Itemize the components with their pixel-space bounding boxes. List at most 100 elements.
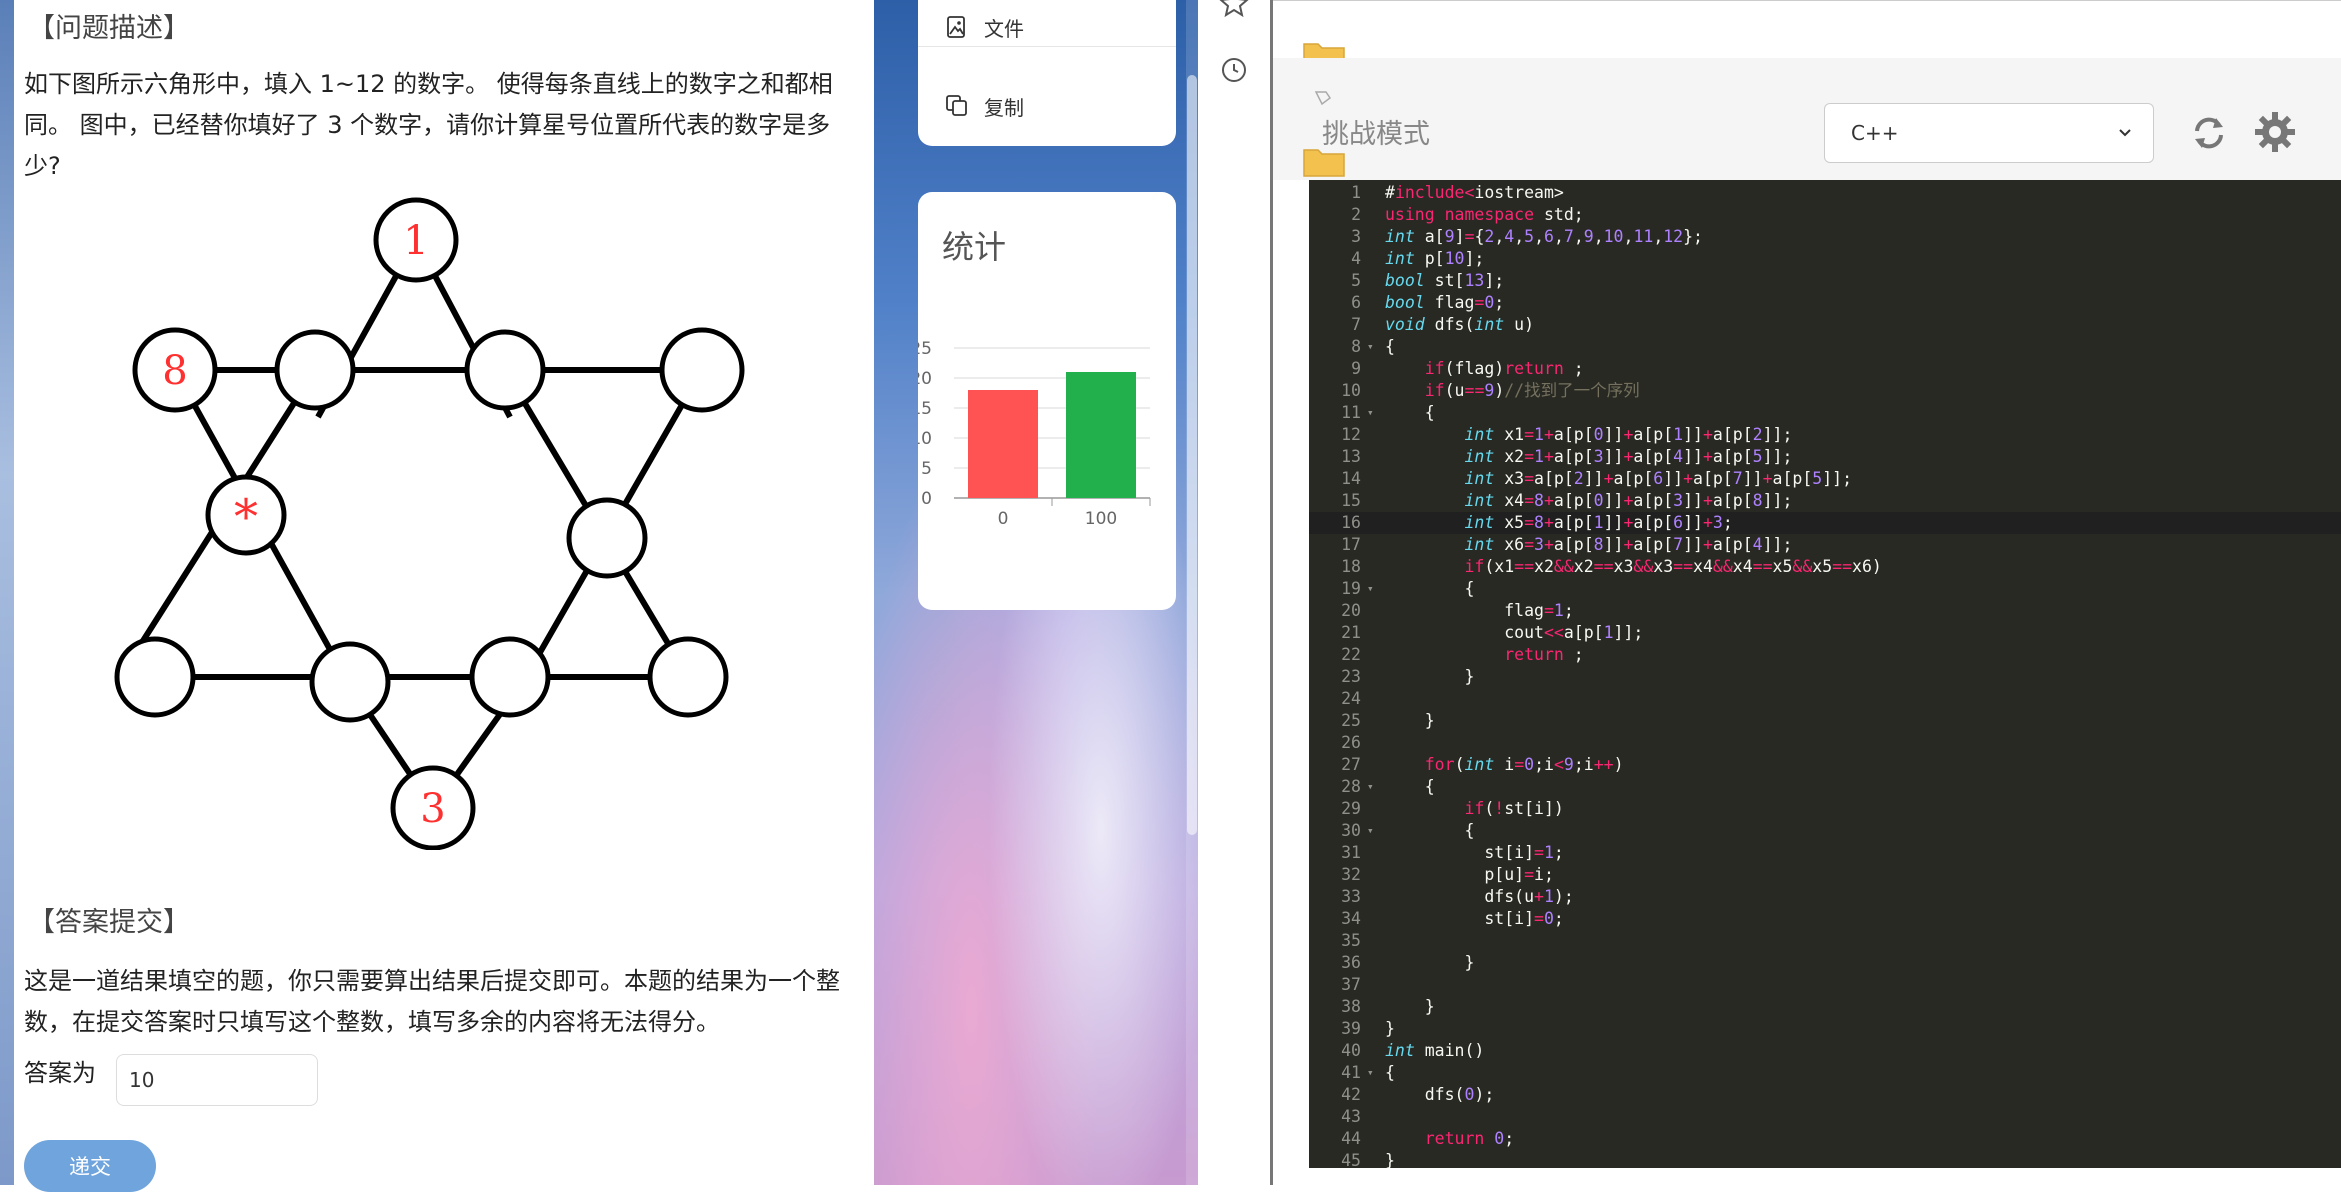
code-line[interactable]: 19 ▾ { — [1309, 578, 2341, 600]
line-number: 31 — [1341, 843, 1361, 862]
code-text: int x4=8+a[p[0]]+a[p[3]]+a[p[8]]; — [1464, 491, 1793, 510]
code-line[interactable]: 16 int x5=8+a[p[1]]+a[p[6]]+3; — [1309, 512, 2341, 534]
line-number: 33 — [1341, 887, 1361, 906]
code-line[interactable]: 24 — [1309, 688, 2341, 710]
code-line[interactable]: 13 int x2=1+a[p[3]]+a[p[4]]+a[p[5]]; — [1309, 446, 2341, 468]
code-line[interactable]: 10 if(u==9)//找到了一个序列 — [1309, 380, 2341, 402]
code-text: { — [1385, 337, 1395, 356]
stats-card: 统计 25 20 15 10 5 0 0 100 — [918, 192, 1176, 610]
menu-item-file[interactable]: 文件 — [946, 0, 1024, 57]
line-number: 11 — [1341, 403, 1361, 422]
language-select[interactable]: C++ — [1824, 103, 2154, 163]
code-line[interactable]: 21 cout<<a[p[1]]; — [1309, 622, 2341, 644]
code-line[interactable]: 38 } — [1309, 996, 2341, 1018]
line-number: 42 — [1341, 1085, 1361, 1104]
line-number: 24 — [1341, 689, 1361, 708]
fold-toggle-icon[interactable]: ▾ — [1367, 820, 1374, 842]
settings-gear-icon[interactable] — [2253, 110, 2297, 154]
code-line[interactable]: 17 int x6=3+a[p[8]]+a[p[7]]+a[p[4]]; — [1309, 534, 2341, 556]
code-text: for(int i=0;i<9;i++) — [1424, 755, 1624, 774]
fold-toggle-icon[interactable]: ▾ — [1367, 1062, 1374, 1084]
code-line[interactable]: 4 int p[10]; — [1309, 248, 2341, 270]
chart-bar[interactable] — [968, 390, 1038, 498]
line-number: 43 — [1341, 1107, 1361, 1126]
code-line[interactable]: 8 ▾ { — [1309, 336, 2341, 358]
line-number: 8 — [1351, 337, 1361, 356]
hex-node-inner-top-right — [464, 329, 546, 411]
history-icon[interactable] — [1219, 55, 1249, 85]
code-line[interactable]: 11 ▾ { — [1309, 402, 2341, 424]
line-number: 32 — [1341, 865, 1361, 884]
code-text: using namespace std; — [1385, 205, 1584, 224]
code-line[interactable]: 2 using namespace std; — [1309, 204, 2341, 226]
fold-toggle-icon[interactable]: ▾ — [1367, 578, 1374, 600]
code-line[interactable]: 31 st[i]=1; — [1309, 842, 2341, 864]
code-line[interactable]: 33 dfs(u+1); — [1309, 886, 2341, 908]
code-text: if(!st[i]) — [1464, 799, 1564, 818]
code-line[interactable]: 23 } — [1309, 666, 2341, 688]
line-number: 34 — [1341, 909, 1361, 928]
code-line[interactable]: 12 int x1=1+a[p[0]]+a[p[1]]+a[p[2]]; — [1309, 424, 2341, 446]
code-line[interactable]: 9 if(flag)return ; — [1309, 358, 2341, 380]
hex-node-bottom-left — [114, 636, 196, 718]
chart-bar[interactable] — [1066, 372, 1136, 498]
chart-y-tick-label: 0 — [921, 489, 932, 509]
code-line[interactable]: 29 if(!st[i]) — [1309, 798, 2341, 820]
code-text: int p[10]; — [1385, 249, 1485, 268]
fold-toggle-icon[interactable]: ▾ — [1367, 402, 1374, 424]
code-line[interactable]: 1 #include<iostream> — [1309, 182, 2341, 204]
code-text: dfs(u+1); — [1385, 887, 1574, 906]
code-text: return ; — [1504, 645, 1584, 664]
menu-item-copy[interactable]: 复制 — [946, 76, 1024, 136]
code-line[interactable]: 22 return ; — [1309, 644, 2341, 666]
code-line[interactable]: 39} — [1309, 1018, 2341, 1040]
context-menu: 文件 复制 — [918, 0, 1176, 146]
code-line[interactable]: 43 — [1309, 1106, 2341, 1128]
code-line[interactable]: 25 } — [1309, 710, 2341, 732]
code-line[interactable]: 45} — [1309, 1150, 2341, 1168]
code-line[interactable]: 37 — [1309, 974, 2341, 996]
fold-toggle-icon[interactable]: ▾ — [1367, 776, 1374, 798]
code-text: bool st[13]; — [1385, 271, 1505, 290]
line-number: 19 — [1341, 579, 1361, 598]
line-number: 27 — [1341, 755, 1361, 774]
code-line[interactable]: 30 ▾ { — [1309, 820, 2341, 842]
code-line[interactable]: 3 int a[9]={2,4,5,6,7,9,10,11,12}; — [1309, 226, 2341, 248]
code-line[interactable]: 20 flag=1; — [1309, 600, 2341, 622]
line-number: 10 — [1341, 381, 1361, 400]
code-line[interactable]: 6 bool flag=0; — [1309, 292, 2341, 314]
code-text: int x5=8+a[p[1]]+a[p[6]]+3; — [1464, 513, 1733, 532]
code-line[interactable]: 18 if(x1==x2&&x2==x3&&x3==x4&&x4==x5&&x5… — [1309, 556, 2341, 578]
code-line[interactable]: 36 } — [1309, 952, 2341, 974]
submit-button[interactable]: 递交 — [24, 1140, 156, 1192]
line-number: 21 — [1341, 623, 1361, 642]
code-line[interactable]: 41 ▾ { — [1309, 1062, 2341, 1084]
answer-label: 答案为 — [24, 1059, 96, 1087]
line-number: 15 — [1341, 491, 1361, 510]
code-line[interactable]: 40 int main() — [1309, 1040, 2341, 1062]
code-text: st[i]=1; — [1385, 843, 1564, 862]
code-line[interactable]: 15 int x4=8+a[p[0]]+a[p[3]]+a[p[8]]; — [1309, 490, 2341, 512]
refresh-icon[interactable] — [2189, 113, 2229, 153]
scrollbar-thumb[interactable] — [1187, 75, 1197, 835]
code-line[interactable]: 28 ▾ { — [1309, 776, 2341, 798]
code-text: st[i]=0; — [1385, 909, 1564, 928]
code-line[interactable]: 26 — [1309, 732, 2341, 754]
code-text: { — [1385, 403, 1435, 422]
code-line[interactable]: 14 int x3=a[p[2]]+a[p[6]]+a[p[7]]+a[p[5]… — [1309, 468, 2341, 490]
fold-toggle-icon[interactable]: ▾ — [1367, 336, 1374, 358]
star-icon[interactable] — [1219, 0, 1249, 18]
hexagram-figure: 1 8 * 3 — [114, 197, 745, 850]
code-editor[interactable]: 1 #include<iostream> 2 using namespace std;… — [1309, 180, 2341, 1168]
answer-instructions-text: 这是一道结果填空的题，你只需要算出结果后提交即可。本题的结果为一个整数，在提交答… — [24, 967, 840, 1036]
code-line[interactable]: 35 — [1309, 930, 2341, 952]
code-line[interactable]: 27 for(int i=0;i<9;i++) — [1309, 754, 2341, 776]
code-line[interactable]: 34 st[i]=0; — [1309, 908, 2341, 930]
code-line[interactable]: 32 p[u]=i; — [1309, 864, 2341, 886]
code-line[interactable]: 42 dfs(0); — [1309, 1084, 2341, 1106]
hex-node-inner-bottom-right — [469, 636, 551, 718]
code-line[interactable]: 5 bool st[13]; — [1309, 270, 2341, 292]
code-line[interactable]: 7 void dfs(int u) — [1309, 314, 2341, 336]
answer-input[interactable] — [116, 1054, 318, 1106]
code-line[interactable]: 44 return 0; — [1309, 1128, 2341, 1150]
